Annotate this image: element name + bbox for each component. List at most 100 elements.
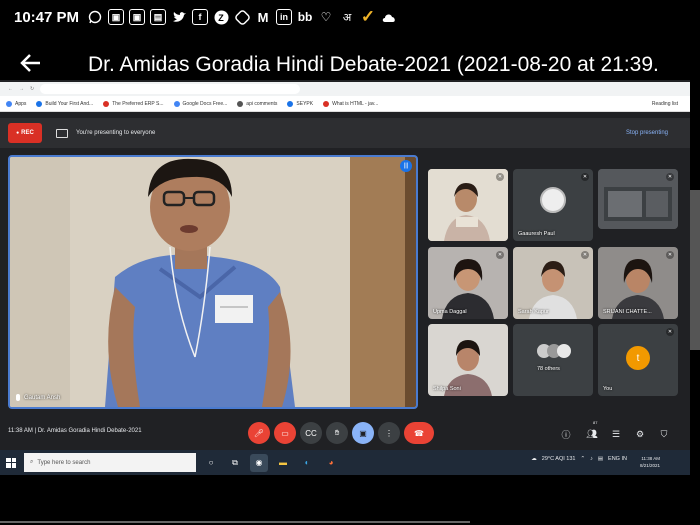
participant-video [428,169,508,241]
speaking-indicator-icon: ||| [400,160,412,172]
bookmark-item[interactable]: What is HTML - jav... [323,100,378,107]
meeting-time-title: 11:38 AM | Dr. Amidas Goradia Hindi Deba… [8,428,142,434]
player-title-bar: Dr. Amidas Goradia Hindi Debate-2021 (20… [0,52,700,78]
main-speaker-video[interactable]: ||| Gautam Ansh [8,155,418,409]
muted-mic-icon: ✕ [666,328,674,336]
twitter-icon [171,9,187,25]
participant-name: Upma Daggal [433,309,467,315]
windows-taskbar: ⌕ Type here to search ○ ⧉ ◉ ▬ ◐ ◕ ☁ 29°C… [0,450,690,475]
participant-tile[interactable]: ✕ SRIJANI CHATTE... [598,247,678,319]
back-nav-icon[interactable]: ← [8,86,13,92]
chrome-icon[interactable]: ◉ [250,453,268,472]
forward-nav-icon[interactable]: → [19,86,24,92]
notification-icons: ▣ ▣ ▤ f Z M in bb ♡ अ ✓ [87,7,397,26]
mic-toggle-button[interactable]: 🎤︎ [248,422,270,444]
main-speaker-label: Gautam Ansh [16,394,60,401]
participant-tile[interactable]: ✕ Upma Daggal [428,247,508,319]
image-icon: ▣ [108,9,125,25]
language-icon: अ [342,11,352,24]
video-title: Dr. Amidas Goradia Hindi Debate-2021 (20… [88,53,659,76]
self-avatar: t [626,346,650,370]
heart-pulse-icon: ♡ [320,10,332,24]
muted-mic-icon: ✕ [496,173,504,181]
captions-button[interactable]: CC [300,422,322,444]
bookmark-item[interactable]: The Preferred ERP S... [103,100,164,107]
participant-tile[interactable]: ✕ [428,169,508,241]
bookmark-item[interactable]: api comments [237,100,277,107]
file-explorer-icon[interactable]: ▬ [274,454,292,472]
cloud-icon [381,9,397,25]
host-controls-icon[interactable]: ⛉ [658,428,670,440]
bookmarks-bar: Apps Build Your First And... The Preferr… [0,96,690,112]
bb-icon: bb [297,10,313,24]
windows-start-icon[interactable] [6,457,16,468]
firefox-icon[interactable]: ◕ [322,454,340,472]
muted-mic-icon: ✕ [496,251,504,259]
leave-call-button[interactable]: ☎︎ [404,422,434,444]
back-arrow-icon[interactable] [20,53,50,78]
flipboard-icon: ▤ [150,9,167,25]
chat-icon[interactable]: ☰ [610,428,622,440]
present-screen-icon [56,128,68,138]
presenting-text: You're presenting to everyone [76,130,156,136]
network-icon[interactable]: ▤ [598,456,603,462]
rec-button[interactable]: ● REC [8,123,42,143]
present-button[interactable]: ▣ [352,422,374,444]
meeting-title: Dr. Amidas Goradia Hindi Debate-2021 [37,428,142,434]
checkmark-icon: ✓ [360,7,376,26]
zomato-icon: Z [213,9,229,25]
address-field[interactable] [40,84,301,94]
participant-tile[interactable]: Shilpa Soni [428,324,508,396]
bookmark-item[interactable]: SEYPK [287,100,313,107]
muted-mic-icon: ✕ [581,173,589,181]
taskbar-clock[interactable]: 11:38 AM 8/21/2021 [640,455,660,469]
people-icon[interactable]: 👥︎ [586,428,598,440]
main-speaker-name: Gautam Ansh [24,394,61,401]
linkedin-icon: in [276,9,293,25]
facebook-icon: f [192,9,209,25]
edge-icon[interactable]: ◐ [298,454,316,472]
people-count-badge: 87 [593,420,598,425]
bookmark-item[interactable]: Build Your First And... [36,100,93,107]
participant-tile[interactable]: ✕ Gaauresh Paul [513,169,593,241]
activities-icon[interactable]: ⚙ [634,428,646,440]
progress-track[interactable] [0,521,470,523]
recorded-screen: ← → ↻ Apps Build Your First And... The P… [0,80,690,475]
clock-time: 11:38 AM [641,456,660,461]
others-tile[interactable]: 78 others [513,324,593,396]
participant-name: SRIJANI CHATTE... [603,309,652,315]
mic-icon [16,394,20,401]
participant-name: You [603,386,613,392]
record-dot-icon: ● [16,130,20,136]
participant-tile[interactable]: ✕ [598,169,678,229]
reload-icon[interactable]: ↻ [30,86,34,92]
raise-hand-button[interactable]: ✋︎ [326,422,348,444]
search-placeholder: Type here to search [37,459,91,466]
muted-mic-icon: ✕ [666,173,674,181]
svg-text:Z: Z [218,13,224,23]
bookmark-item[interactable]: Google Docs Free... [173,100,227,107]
muted-mic-icon: ✕ [666,251,674,259]
participant-tile[interactable]: ✕ Sarah Kapur [513,247,593,319]
info-icon[interactable]: ⓘ [560,428,572,440]
participant-avatar [540,187,566,213]
self-tile[interactable]: t ✕ You [598,324,678,396]
more-options-button[interactable]: ⋮ [378,422,400,444]
bookmark-apps[interactable]: Apps [6,100,26,107]
task-view-icon[interactable]: ⧉ [226,454,244,472]
tray-arrow-icon[interactable]: ⌃ [580,456,585,462]
weather-icon: ☁ [531,456,537,462]
participant-avatar [557,344,571,358]
participant-name: Shilpa Soni [433,386,461,392]
meeting-controls: 11:38 AM | Dr. Amidas Goradia Hindi Deba… [0,420,690,450]
participant-name: Sarah Kapur [518,309,549,315]
taskbar-search[interactable]: ⌕ Type here to search [24,453,196,472]
cortana-icon[interactable]: ○ [202,454,220,472]
stop-presenting-button[interactable]: Stop presenting [626,130,668,136]
reading-list[interactable]: Reading list [652,101,678,107]
language-indicator[interactable]: ENG IN [608,456,627,462]
others-count: 78 others [537,366,560,372]
volume-icon[interactable]: ♪ [590,456,593,462]
camera-toggle-button[interactable]: ▭ [274,422,296,444]
status-bar: 10:47 PM ▣ ▣ ▤ f Z M in bb ♡ अ ✓ [0,0,700,34]
